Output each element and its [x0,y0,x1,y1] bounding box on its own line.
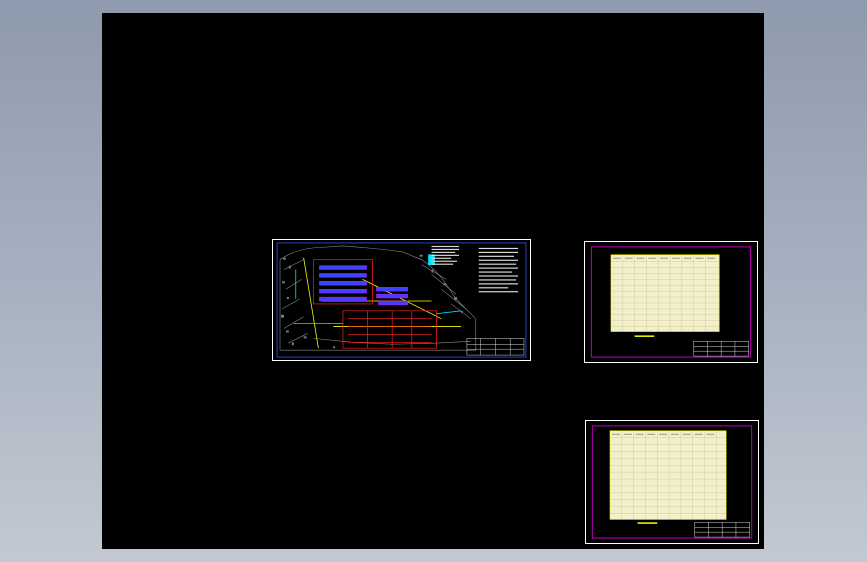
table-sheet-drawing [591,425,753,539]
table-sheet-drawing [590,246,752,358]
sheet-site-plan[interactable] [272,239,531,361]
sheet-table-1[interactable] [584,241,758,363]
drawing-canvas[interactable] [102,13,764,549]
site-plan-drawing [276,242,527,358]
sheet-table-2[interactable] [585,420,759,544]
